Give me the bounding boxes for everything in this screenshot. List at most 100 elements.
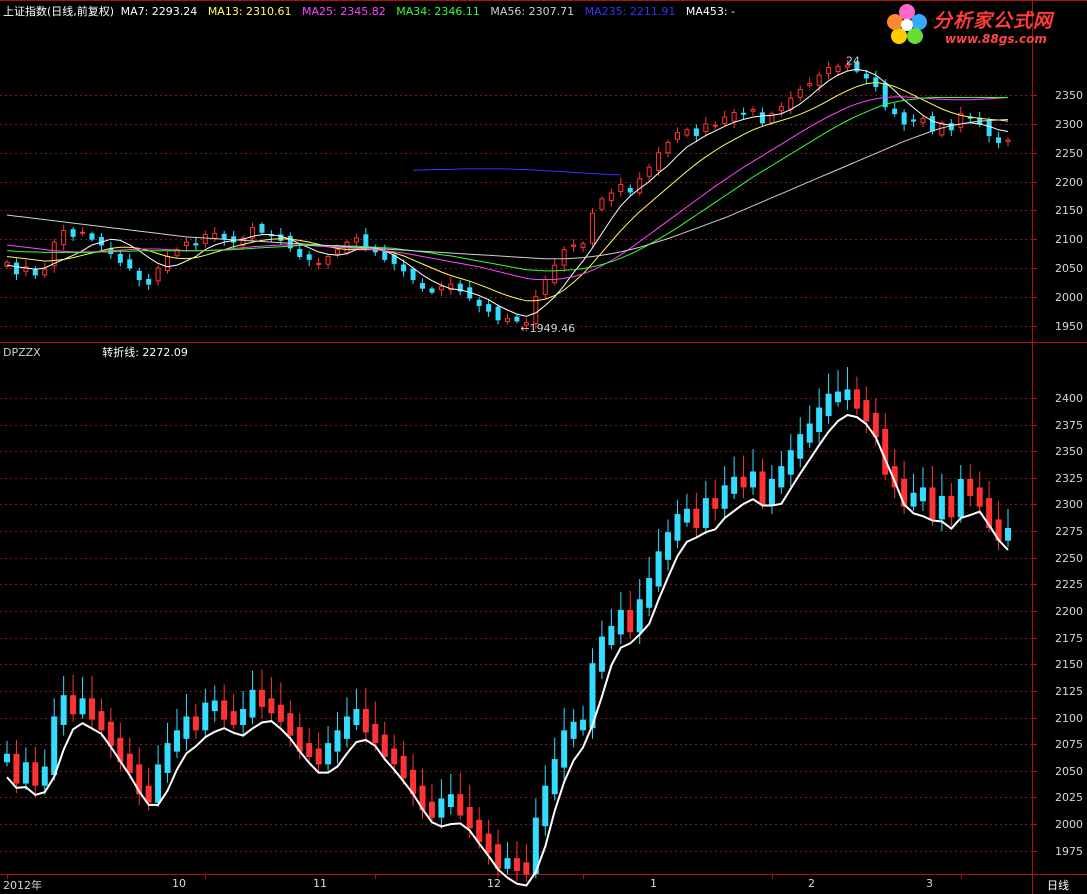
- bottom-axis-tick-label: 2400: [1055, 391, 1083, 405]
- price-candle: [476, 299, 482, 306]
- dpzzx-bar: [325, 743, 332, 765]
- price-candle: [410, 268, 416, 281]
- bottom-axis-tick-label: 2175: [1055, 631, 1083, 645]
- price-candle: [117, 253, 123, 263]
- price-candle: [13, 262, 19, 275]
- dpzzx-bar: [702, 498, 709, 528]
- price-candle: [542, 279, 548, 295]
- dpzzx-bar: [797, 434, 804, 459]
- top-axis-tick-label: 2000: [1055, 290, 1083, 304]
- bottom-axis-tick-label: 2200: [1055, 604, 1083, 618]
- price-candle: [816, 74, 822, 86]
- price-candle: [892, 108, 898, 115]
- price-candle: [193, 243, 199, 246]
- ma56-label: MA56: 2307.71: [490, 5, 575, 18]
- indicator-value: 转折线: 2272.09: [102, 346, 188, 359]
- dpzzx-bar: [646, 577, 653, 608]
- dpzzx-bar: [4, 753, 10, 763]
- dpzzx-bar: [721, 485, 728, 509]
- price-candle: [741, 112, 747, 115]
- dpzzx-bar: [768, 478, 775, 505]
- dpzzx-bar: [598, 636, 605, 672]
- dpzzx-bar: [164, 743, 171, 773]
- dpzzx-bar: [400, 755, 407, 779]
- price-candle: [882, 82, 888, 108]
- dpzzx-bar: [1005, 527, 1011, 541]
- price-candle: [429, 288, 435, 293]
- period-button[interactable]: 日线: [1047, 877, 1069, 893]
- dpzzx-bar: [665, 532, 672, 560]
- dpzzx-bar: [126, 753, 133, 773]
- ma34-label: MA34: 2346.11: [396, 5, 480, 18]
- chart-title: 上证指数(日线,前复权): [3, 5, 115, 18]
- dpzzx-bar: [13, 753, 20, 784]
- bottom-axis-tick-label: 2100: [1055, 711, 1083, 725]
- dpzzx-bar: [79, 698, 86, 715]
- price-candle: [986, 120, 992, 137]
- dpzzx-bar: [561, 730, 568, 768]
- dpzzx-bar: [844, 389, 851, 401]
- price-candle: [571, 244, 577, 247]
- bottom-axis-tick-label: 2025: [1055, 790, 1083, 804]
- date-label-2012: 2012年: [3, 879, 42, 892]
- dpzzx-bar: [391, 748, 398, 765]
- dpzzx-bar: [608, 625, 615, 646]
- price-candle: [401, 264, 407, 272]
- dpzzx-bar: [825, 393, 832, 417]
- dpzzx-bar: [938, 495, 945, 520]
- dpzzx-bar: [570, 721, 577, 739]
- price-candle: [778, 106, 784, 111]
- price-candle: [807, 83, 813, 86]
- turning-line: [6, 413, 1009, 887]
- dpzzx-bar: [712, 498, 719, 509]
- top-axis-tick-label: 1950: [1055, 319, 1083, 333]
- top-axis-tick-label: 2350: [1055, 88, 1083, 102]
- dpzzx-bar: [306, 743, 313, 757]
- dpzzx-bar: [353, 709, 360, 725]
- price-candle: [656, 152, 662, 171]
- dpzzx-bar: [504, 858, 511, 869]
- ma453-label: MA453: -: [685, 5, 736, 18]
- ma34-line: [6, 97, 1008, 272]
- dpzzx-bar: [372, 723, 379, 744]
- dpzzx-bar: [466, 807, 473, 829]
- price-candle: [703, 123, 709, 132]
- price-candle: [108, 248, 114, 255]
- price-candle: [684, 129, 690, 136]
- bottom-axis-tick-label: 2250: [1055, 551, 1083, 565]
- dpzzx-bar: [277, 704, 284, 722]
- price-candle: [637, 178, 643, 194]
- chart-header: 上证指数(日线,前复权) MA7: 2293.24 MA13: 2310.61 …: [3, 5, 742, 19]
- price-candle: [335, 249, 341, 255]
- bottom-axis-tick-label: 2325: [1055, 471, 1083, 485]
- dpzzx-bar: [542, 785, 549, 827]
- dpzzx-bar: [343, 716, 350, 739]
- price-candle: [438, 285, 444, 291]
- price-candle: [599, 198, 605, 210]
- price-candle: [146, 279, 152, 285]
- price-candle: [797, 88, 803, 98]
- bottom-axis-tick-label: 2225: [1055, 577, 1083, 591]
- dpzzx-bar: [485, 833, 492, 853]
- dpzzx-bar: [976, 487, 983, 507]
- ma13-label: MA13: 2310.61: [207, 5, 292, 18]
- price-candle: [42, 268, 48, 276]
- date-label-1: 1: [650, 877, 657, 890]
- ma7-label: MA7: 2293.24: [120, 5, 198, 18]
- dpzzx-bar: [334, 730, 341, 752]
- ma235-line: [413, 168, 621, 176]
- dpzzx-bar: [230, 711, 237, 725]
- dpzzx-bar: [655, 551, 662, 587]
- price-candle: [561, 249, 567, 266]
- dpzzx-bar: [920, 487, 927, 502]
- price-candle: [212, 232, 218, 240]
- price-candle: [552, 264, 558, 284]
- top-axis-tick-label: 2200: [1055, 175, 1083, 189]
- indicator-name: DPZZX: [3, 346, 41, 359]
- dpzzx-bar: [41, 766, 48, 786]
- dpzzx-bar: [183, 716, 190, 739]
- dpzzx-bar: [806, 423, 813, 443]
- dpzzx-bar: [51, 716, 58, 776]
- chart-canvas: ←1949.46 24: [0, 0, 1087, 894]
- price-candle: [325, 255, 331, 265]
